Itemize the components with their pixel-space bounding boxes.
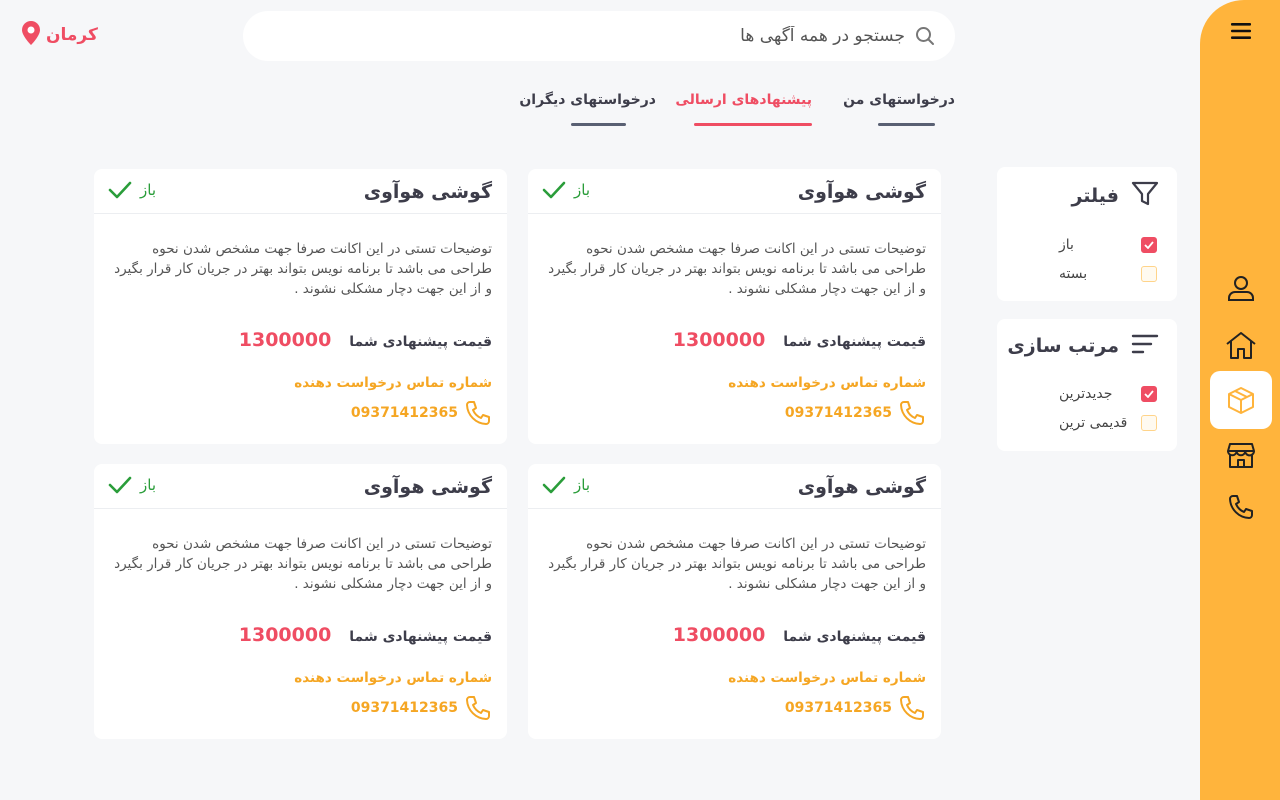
home-icon[interactable] <box>1210 316 1272 374</box>
option-label: بسته <box>1059 266 1088 282</box>
sort-header: مرتب سازی <box>997 333 1177 359</box>
phone-number: 09371412365 <box>350 405 458 421</box>
sort-title: مرتب سازی <box>1007 335 1119 357</box>
price-row: قیمت پیشنهادی شما 1300000 <box>239 624 492 646</box>
contact-label: شماره تماس درخواست دهنده <box>728 375 926 391</box>
sort-icon <box>1131 333 1159 359</box>
price-value: 1300000 <box>238 624 332 646</box>
tab-underline <box>571 123 626 126</box>
offer-card[interactable]: گوشی هوآوی باز توضیحات تستی در این اکانت… <box>528 169 941 444</box>
card-title: گوشی هوآوی <box>797 476 926 498</box>
checkbox-checked[interactable] <box>1141 386 1157 402</box>
card-description: توضیحات تستی در این اکانت صرفا جهت مشخص … <box>114 241 492 297</box>
check-icon <box>542 181 566 199</box>
price-label: قیمت پیشنهادی شما <box>349 334 492 350</box>
sidebar <box>1200 0 1280 800</box>
filter-title: فیلتر <box>1071 185 1119 207</box>
status-badge: باز <box>108 181 156 199</box>
sort-panel: مرتب سازی جدیدترین قدیمی ترین <box>997 319 1177 451</box>
price-label: قیمت پیشنهادی شما <box>349 629 492 645</box>
phone-number: 09371412365 <box>784 700 892 716</box>
card-divider <box>94 213 507 214</box>
phone-number: 09371412365 <box>350 700 458 716</box>
contact-label: شماره تماس درخواست دهنده <box>728 670 926 686</box>
offer-card[interactable]: گوشی هوآوی باز توضیحات تستی در این اکانت… <box>94 464 507 739</box>
phone-number: 09371412365 <box>784 405 892 421</box>
offer-card[interactable]: گوشی هوآوی باز توضیحات تستی در این اکانت… <box>528 464 941 739</box>
filter-panel: فیلتر باز بسته <box>997 167 1177 301</box>
phone-link[interactable]: 09371412365 <box>351 694 492 722</box>
tab-underline <box>878 123 935 126</box>
phone-link[interactable]: 09371412365 <box>351 399 492 427</box>
status-label: باز <box>140 476 156 494</box>
status-badge: باز <box>542 476 590 494</box>
menu-icon[interactable] <box>1228 18 1254 44</box>
contact-label: شماره تماس درخواست دهنده <box>294 670 492 686</box>
user-icon[interactable] <box>1210 259 1272 317</box>
status-label: باز <box>574 476 590 494</box>
price-value: 1300000 <box>238 329 332 351</box>
status-badge: باز <box>542 181 590 199</box>
phone-icon <box>466 401 490 425</box>
card-divider <box>94 508 507 509</box>
status-label: باز <box>574 181 590 199</box>
card-title: گوشی هوآوی <box>363 181 492 203</box>
check-icon <box>108 476 132 494</box>
phone-link[interactable]: 09371412365 <box>785 694 926 722</box>
phone-icon <box>900 696 924 720</box>
sort-option-oldest[interactable]: قدیمی ترین <box>1059 415 1157 431</box>
filter-option-open[interactable]: باز <box>1059 237 1157 253</box>
price-row: قیمت پیشنهادی شما 1300000 <box>673 329 926 351</box>
phone-link[interactable]: 09371412365 <box>785 399 926 427</box>
option-label: جدیدترین <box>1059 386 1113 402</box>
checkbox-unchecked[interactable] <box>1141 415 1157 431</box>
check-icon <box>542 476 566 494</box>
card-description: توضیحات تستی در این اکانت صرفا جهت مشخص … <box>548 241 926 297</box>
filter-option-closed[interactable]: بسته <box>1059 266 1157 282</box>
box-icon[interactable] <box>1210 371 1272 429</box>
tab-underline <box>694 123 812 126</box>
price-row: قیمت پیشنهادی شما 1300000 <box>673 624 926 646</box>
location-city: کرمان <box>46 25 98 45</box>
offer-card[interactable]: گوشی هوآوی باز توضیحات تستی در این اکانت… <box>94 169 507 444</box>
phone-icon <box>466 696 490 720</box>
filter-header: فیلتر <box>997 181 1177 211</box>
search-icon <box>915 26 935 50</box>
price-value: 1300000 <box>672 329 766 351</box>
location-selector[interactable]: کرمان <box>20 20 98 50</box>
checkbox-unchecked[interactable] <box>1141 266 1157 282</box>
funnel-icon <box>1131 181 1159 211</box>
tab-sent-offers[interactable]: پیشنهادهای ارسالی <box>675 92 812 126</box>
card-title: گوشی هوآوی <box>797 181 926 203</box>
search-bar <box>243 11 955 61</box>
price-label: قیمت پیشنهادی شما <box>783 334 926 350</box>
card-description: توضیحات تستی در این اکانت صرفا جهت مشخص … <box>548 536 926 592</box>
price-row: قیمت پیشنهادی شما 1300000 <box>239 329 492 351</box>
phone-icon <box>900 401 924 425</box>
store-icon[interactable] <box>1210 426 1272 484</box>
card-divider <box>528 508 941 509</box>
price-label: قیمت پیشنهادی شما <box>783 629 926 645</box>
card-divider <box>528 213 941 214</box>
status-label: باز <box>140 181 156 199</box>
sort-option-newest[interactable]: جدیدترین <box>1059 386 1157 402</box>
tab-label: درخواستهای دیگران <box>519 92 656 108</box>
status-badge: باز <box>108 476 156 494</box>
contact-label: شماره تماس درخواست دهنده <box>294 375 492 391</box>
option-label: باز <box>1059 237 1074 253</box>
card-description: توضیحات تستی در این اکانت صرفا جهت مشخص … <box>114 536 492 592</box>
price-value: 1300000 <box>672 624 766 646</box>
checkbox-checked[interactable] <box>1141 237 1157 253</box>
tab-label: پیشنهادهای ارسالی <box>675 92 812 108</box>
map-pin-icon <box>20 20 42 50</box>
tab-my-requests[interactable]: درخواستهای من <box>843 92 955 126</box>
search-input[interactable] <box>243 26 905 46</box>
tab-others-requests[interactable]: درخواستهای دیگران <box>519 92 656 126</box>
tab-label: درخواستهای من <box>843 92 955 108</box>
phone-icon[interactable] <box>1210 478 1272 536</box>
card-title: گوشی هوآوی <box>363 476 492 498</box>
check-icon <box>108 181 132 199</box>
option-label: قدیمی ترین <box>1059 415 1128 431</box>
